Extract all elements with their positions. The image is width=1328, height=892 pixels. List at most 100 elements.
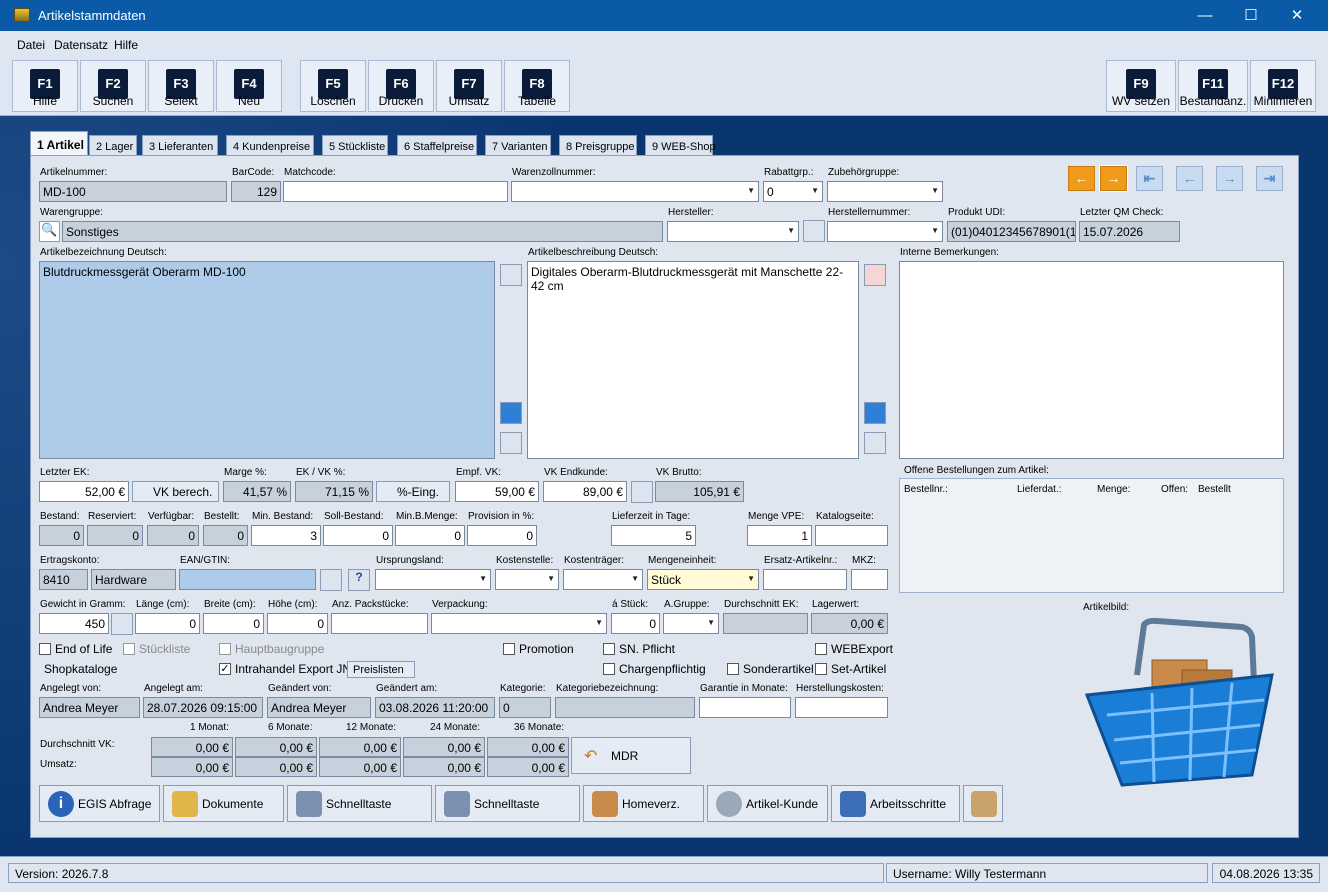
intrahandel-checkbox[interactable]: ✓ [219,663,231,675]
matchcode-field[interactable] [283,181,508,202]
garantie-field[interactable] [699,697,791,718]
help-icon[interactable]: ? [348,569,370,591]
f9-wv-setzen-button[interactable]: F9 WV setzen [1106,60,1176,112]
webexport-checkbox[interactable] [815,643,827,655]
bez-textarea[interactable]: Blutdruckmessgerät Oberarm MD-100 [39,261,495,459]
tab-staffelpreise[interactable]: 6 Staffelpreise [397,135,477,156]
empfvk-field[interactable]: 59,00 € [455,481,539,502]
warengruppe-field[interactable]: Sonstiges [62,221,663,242]
nav-prev-icon[interactable]: ← [1176,166,1203,191]
gewicht-field[interactable]: 450 [39,613,109,634]
nav-forward-orange-icon[interactable]: → [1099,165,1128,192]
vkbrutto-field[interactable]: 105,91 € [655,481,744,502]
warenzoll-select[interactable] [511,181,759,202]
menu-datei[interactable]: Datei [17,38,45,52]
hersteller-add-icon[interactable] [803,220,825,242]
flag-icon[interactable] [864,264,886,286]
mdr-button[interactable]: ↶ MDR [571,737,691,774]
f2-suchen-button[interactable]: F2 Suchen [80,60,146,112]
chargenpflichtig-checkbox[interactable] [603,663,615,675]
barcode-field[interactable]: 129 [231,181,281,202]
spellcheck-icon[interactable] [500,432,522,454]
marge-field[interactable]: 41,57 % [223,481,291,502]
arbeitsschritte-button[interactable]: Arbeitsschritte [831,785,960,822]
herstkosten-field[interactable] [795,697,888,718]
search-icon[interactable]: 🔍 [39,221,60,242]
bemerk-textarea[interactable] [899,261,1284,459]
vk-berech-button[interactable]: VK berech. [132,481,219,502]
tab-lieferanten[interactable]: 3 Lieferanten [142,135,218,156]
hauptbaugruppe-checkbox[interactable] [219,643,231,655]
prozent-eing-button[interactable]: %-Eing. [376,481,450,502]
verfuegbar-field[interactable]: 0 [147,525,199,546]
tab-preisgruppe[interactable]: 8 Preisgruppe [559,135,637,156]
edit-price-icon[interactable] [631,481,653,503]
durchek-field[interactable] [723,613,808,634]
packstuecke-field[interactable] [331,613,428,634]
angelegtam-field[interactable]: 28.07.2026 09:15:00 [143,697,263,718]
kl-doc-icon[interactable] [500,402,522,424]
tab-artikel[interactable]: 1 Artikel [30,131,88,156]
tab-webshop[interactable]: 9 WEB-Shop [645,135,716,156]
close-button[interactable]: ✕ [1274,0,1320,31]
hersteller-select[interactable] [667,221,799,242]
bestand-field[interactable]: 0 [39,525,84,546]
preislisten-button[interactable]: Preislisten [347,661,415,678]
provision-field[interactable]: 0 [467,525,537,546]
bestellt-field[interactable]: 0 [203,525,248,546]
promotion-checkbox[interactable] [503,643,515,655]
astueck-field[interactable]: 0 [611,613,660,634]
udi-field[interactable]: (01)04012345678901(11)2 [947,221,1076,242]
sollbestand-field[interactable]: 0 [323,525,393,546]
herstellernr-select[interactable] [827,221,943,242]
homeverz-button[interactable]: Homeverz. [583,785,704,822]
calc-icon[interactable] [111,613,133,635]
ursprung-select[interactable] [375,569,491,590]
ean-field[interactable] [179,569,316,590]
f7-umsatz-button[interactable]: F7 Umsatz [436,60,502,112]
hoehe-field[interactable]: 0 [267,613,328,634]
minbmenge-field[interactable]: 0 [395,525,465,546]
menu-hilfe[interactable]: Hilfe [114,38,138,52]
zubehoer-select[interactable] [827,181,943,202]
f6-drucken-button[interactable]: F6 Drucken [368,60,434,112]
schnelltaste-button-2[interactable]: Schnelltaste [435,785,580,822]
copy-icon[interactable] [500,264,522,286]
nav-last-icon[interactable]: ⇥ [1256,166,1283,191]
f11-bestandanz-button[interactable]: F11 Bestandanz. [1178,60,1248,112]
beschr-textarea[interactable]: Digitales Oberarm-Blutdruckmessgerät mit… [527,261,859,459]
nav-back-orange-icon[interactable]: ← [1068,166,1095,191]
sonderartikel-checkbox[interactable] [727,663,739,675]
schnelltaste-button-1[interactable]: Schnelltaste [287,785,432,822]
spellcheck-icon-2[interactable] [864,432,886,454]
vkend-field[interactable]: 89,00 € [543,481,627,502]
rabatt-select[interactable]: 0 [763,181,823,202]
sn-pflicht-checkbox[interactable] [603,643,615,655]
stueckliste-checkbox[interactable] [123,643,135,655]
dokumente-button[interactable]: Dokumente [163,785,284,822]
f12-minimieren-button[interactable]: F12 Minimieren [1250,60,1316,112]
kostentraeger-select[interactable] [563,569,643,590]
f5-loeschen-button[interactable]: F5 Löschen [300,60,366,112]
set-artikel-checkbox[interactable] [815,663,827,675]
ertragskonto-field[interactable]: 8410 [39,569,88,590]
tab-lager[interactable]: 2 Lager [89,135,137,156]
ek-field[interactable]: 52,00 € [39,481,129,502]
tab-kundenpreise[interactable]: 4 Kundenpreise [226,135,314,156]
artikelnummer-field[interactable]: MD-100 [39,181,227,202]
menu-datensatz[interactable]: Datensatz [54,38,108,52]
f1-hilfe-button[interactable]: F1 Hilfe [12,60,78,112]
egis-abfrage-button[interactable]: i EGIS Abfrage [39,785,160,822]
minbestand-field[interactable]: 3 [251,525,321,546]
ekvk-field[interactable]: 71,15 % [295,481,373,502]
ersatz-field[interactable] [763,569,847,590]
verpackung-select[interactable] [431,613,607,634]
breite-field[interactable]: 0 [203,613,264,634]
ertragskonto-name-field[interactable]: Hardware [91,569,176,590]
katalogseite-field[interactable] [815,525,888,546]
nav-first-icon[interactable]: ⇤ [1136,166,1163,191]
f3-selekt-button[interactable]: F3 Selekt [148,60,214,112]
laenge-field[interactable]: 0 [135,613,200,634]
lieferzeit-field[interactable]: 5 [611,525,696,546]
agruppe-select[interactable] [663,613,719,634]
